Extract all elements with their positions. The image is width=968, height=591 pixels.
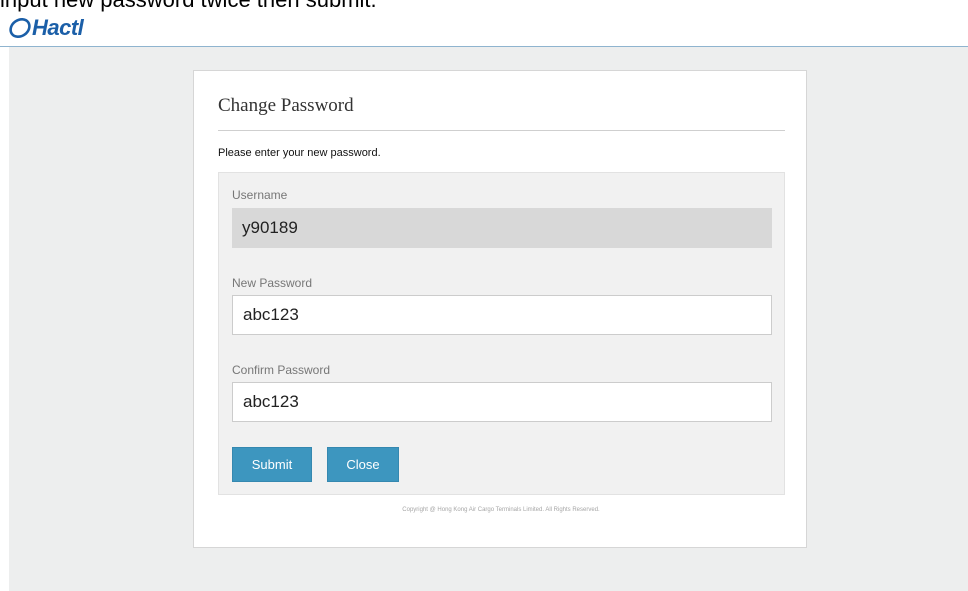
close-button[interactable]: Close [327, 447, 399, 482]
change-password-panel: Change Password Please enter your new pa… [193, 70, 807, 548]
logo-text: Hactl [32, 15, 84, 40]
confirm-password-field[interactable] [232, 382, 772, 422]
hactl-logo: Hactl [8, 14, 84, 42]
confirm-password-label: Confirm Password [232, 363, 331, 377]
new-password-label: New Password [232, 276, 313, 290]
page-title: Change Password [218, 95, 354, 116]
instruction-text: input new password twice then submit. [0, 0, 377, 12]
copyright-text: Copyright @ Hong Kong Air Cargo Terminal… [402, 507, 600, 513]
submit-button[interactable]: Submit [232, 447, 312, 482]
new-password-field[interactable] [232, 295, 772, 335]
title-divider [218, 130, 785, 131]
intro-text: Please enter your new password. [218, 147, 381, 159]
username-field [232, 208, 772, 248]
page: input new password twice then submit. Ha… [0, 0, 968, 591]
password-form: Username New Password Confirm Password S… [218, 172, 785, 495]
username-label: Username [232, 188, 288, 202]
hactl-swoosh-logo-icon [9, 17, 31, 39]
